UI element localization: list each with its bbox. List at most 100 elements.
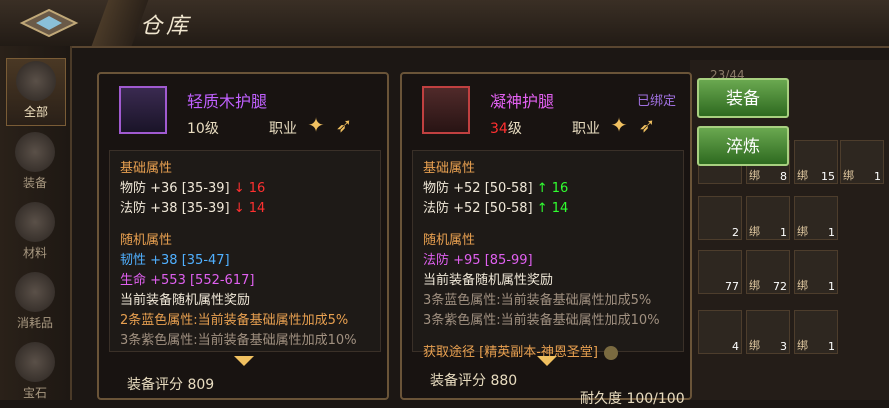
attr-delta: ↓ 14 bbox=[233, 201, 266, 216]
source-text: 获取途径 [精英副本-神恩圣堂] bbox=[423, 345, 598, 360]
bind-label: 绑 bbox=[797, 339, 808, 352]
all-icon bbox=[16, 61, 56, 101]
item-tooltip-selected: 凝神护腿 已绑定 34级 职业 ✦ ➶ 基础属性 物防 +52 [50-58] … bbox=[400, 72, 692, 407]
equipment-score: 装备评分 809 bbox=[127, 377, 215, 393]
durability: 耐久度 100/100 bbox=[580, 391, 685, 407]
bonus-line: 2条蓝色属性:当前装备基础属性加成5% bbox=[120, 313, 349, 328]
item-count: 15 bbox=[821, 170, 835, 183]
item-count: 1 bbox=[828, 226, 835, 239]
bind-label: 绑 bbox=[797, 169, 808, 182]
equipment-score: 装备评分 880 bbox=[430, 373, 518, 389]
item-count: 4 bbox=[732, 340, 739, 353]
inventory-slot[interactable]: 4 bbox=[698, 310, 742, 354]
item-count: 8 bbox=[780, 170, 787, 183]
scroll-down-icon[interactable] bbox=[537, 356, 557, 366]
base-attr-title: 基础属性 bbox=[423, 161, 476, 176]
inventory-slot[interactable]: 绑1 bbox=[794, 310, 838, 354]
random-attr-row: 法防 +95 [85-99] bbox=[423, 253, 533, 268]
archer-class-icon: ✦ bbox=[307, 113, 325, 137]
level-number: 34 bbox=[490, 121, 508, 137]
inventory-slot[interactable]: 绑1 bbox=[794, 250, 838, 294]
inventory-slot[interactable]: 2 bbox=[698, 196, 742, 240]
base-attr-title: 基础属性 bbox=[120, 161, 173, 176]
attr-text: 物防 +52 [50-58] bbox=[423, 181, 533, 196]
inventory-slot[interactable]: 77 bbox=[698, 250, 742, 294]
refine-button[interactable]: 淬炼 bbox=[697, 126, 789, 166]
inventory-slot[interactable]: 绑1 bbox=[794, 196, 838, 240]
inventory-slot[interactable]: 绑3 bbox=[746, 310, 790, 354]
bonus-title: 当前装备随机属性奖励 bbox=[423, 273, 554, 288]
item-count: 2 bbox=[732, 226, 739, 239]
bonus-line: 3条蓝色属性:当前装备基础属性加成5% bbox=[423, 293, 652, 308]
armor-icon bbox=[15, 132, 55, 172]
bind-label: 绑 bbox=[749, 225, 760, 238]
item-tooltip-compare: 轻质木护腿 10级 职业 ✦ ➶ 基础属性 物防 +36 [35-39] ↓ 1… bbox=[97, 72, 389, 400]
level-unit: 级 bbox=[507, 121, 522, 137]
item-count: 1 bbox=[874, 170, 881, 183]
sidebar-item-all[interactable]: 全部 bbox=[6, 58, 66, 126]
attr-text: 法防 +38 [35-39] bbox=[120, 201, 230, 216]
scroll-down-icon[interactable] bbox=[234, 356, 254, 366]
item-count: 3 bbox=[780, 340, 787, 353]
item-count: 1 bbox=[780, 226, 787, 239]
bind-label: 绑 bbox=[843, 169, 854, 182]
item-count: 77 bbox=[725, 280, 739, 293]
bonus-title: 当前装备随机属性奖励 bbox=[120, 293, 251, 308]
item-name: 轻质木护腿 bbox=[187, 92, 268, 111]
item-level: 34级 bbox=[490, 118, 522, 138]
sidebar-item-materials[interactable]: 材料 bbox=[6, 200, 64, 266]
random-attr-row: 韧性 +38 [35-47] bbox=[120, 253, 230, 268]
sidebar-item-label: 宝石 bbox=[22, 386, 47, 400]
back-button[interactable] bbox=[14, 6, 84, 40]
leggings-icon bbox=[422, 86, 470, 134]
bind-label: 绑 bbox=[797, 225, 808, 238]
sidebar-item-consumables[interactable]: 消耗品 bbox=[6, 270, 64, 336]
attr-delta: ↑ 14 bbox=[536, 201, 569, 216]
top-bar: 仓库 bbox=[0, 0, 889, 48]
locate-icon[interactable] bbox=[603, 345, 618, 360]
attr-text: 物防 +36 [35-39] bbox=[120, 181, 230, 196]
potion-icon bbox=[15, 272, 55, 312]
base-attr-row: 物防 +36 [35-39] ↓ 16 bbox=[120, 177, 265, 196]
inventory-slot[interactable]: 绑 15 bbox=[794, 140, 838, 184]
sidebar-item-label: 装备 bbox=[22, 176, 47, 190]
sidebar-item-equipment[interactable]: 装备 bbox=[6, 130, 64, 196]
sidebar-item-label: 消耗品 bbox=[16, 316, 53, 330]
bind-label: 绑 bbox=[797, 279, 808, 292]
archer-class-icon: ✦ bbox=[610, 113, 628, 137]
source-row: 获取途径 [精英副本-神恩圣堂] bbox=[423, 341, 618, 360]
random-attr-row: 生命 +553 [552-617] bbox=[120, 273, 255, 288]
bonus-line: 3条紫色属性:当前装备基础属性加成10% bbox=[120, 333, 357, 348]
item-level: 10级 bbox=[187, 121, 219, 137]
inventory-slot[interactable]: 绑1 bbox=[840, 140, 884, 184]
attr-delta: ↓ 16 bbox=[233, 181, 266, 196]
sidebar-item-label: 全部 bbox=[23, 105, 48, 119]
bow-icon: ➶ bbox=[638, 113, 656, 137]
page-title: 仓库 bbox=[140, 14, 193, 39]
bind-label: 绑 bbox=[749, 339, 760, 352]
bow-icon: ➶ bbox=[335, 113, 353, 137]
attribute-box: 基础属性 物防 +52 [50-58] ↑ 16 法防 +52 [50-58] … bbox=[412, 150, 684, 360]
inventory-slot[interactable]: 绑 72 bbox=[746, 250, 790, 294]
job-label: 职业 bbox=[269, 121, 297, 137]
sidebar: 全部 装备 材料 消耗品 宝石 bbox=[0, 46, 72, 400]
sidebar-item-label: 材料 bbox=[22, 246, 47, 260]
bonus-line: 3条紫色属性:当前装备基础属性加成10% bbox=[423, 313, 660, 328]
inventory-slot[interactable]: 绑1 bbox=[746, 196, 790, 240]
bind-label: 绑 bbox=[749, 169, 760, 182]
material-icon bbox=[15, 202, 55, 242]
attr-delta: ↑ 16 bbox=[536, 181, 569, 196]
sidebar-item-gems[interactable]: 宝石 bbox=[6, 340, 64, 406]
random-attr-title: 随机属性 bbox=[423, 233, 476, 248]
base-attr-row: 物防 +52 [50-58] ↑ 16 bbox=[423, 177, 568, 196]
item-count: 1 bbox=[828, 340, 835, 353]
equip-button[interactable]: 装备 bbox=[697, 78, 789, 118]
job-label: 职业 bbox=[572, 121, 600, 137]
back-arrow-icon bbox=[19, 8, 79, 38]
item-name: 凝神护腿 bbox=[490, 92, 555, 111]
item-count: 72 bbox=[773, 280, 787, 293]
base-attr-row: 法防 +38 [35-39] ↓ 14 bbox=[120, 197, 265, 216]
attribute-box: 基础属性 物防 +36 [35-39] ↓ 16 法防 +38 [35-39] … bbox=[109, 150, 381, 352]
base-attr-row: 法防 +52 [50-58] ↑ 14 bbox=[423, 197, 568, 216]
leggings-icon bbox=[119, 86, 167, 134]
